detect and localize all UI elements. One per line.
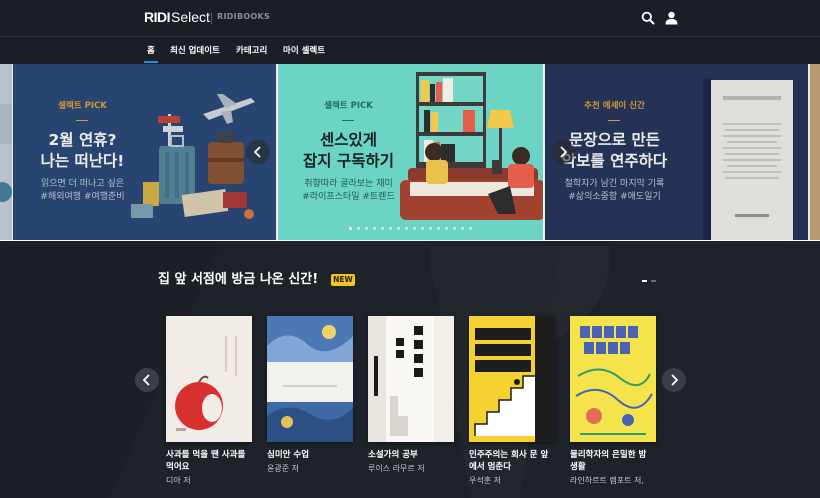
banner-prev-button[interactable] — [246, 140, 270, 164]
book-title-line1[interactable]: 심미안 수업 — [267, 449, 359, 461]
slide-title-line2: 잡지 구독하기 — [303, 152, 394, 170]
pagination-dot[interactable] — [453, 227, 456, 230]
logo-sub: Select — [171, 9, 210, 25]
pagination-dot[interactable] — [389, 227, 392, 230]
new-badge: NEW — [331, 274, 355, 286]
book-cover[interactable] — [166, 316, 252, 442]
section-title: 집 앞 서점에 방금 나온 신간! — [158, 272, 319, 287]
book-title-line1[interactable]: 민주주의는 회사 문 앞 — [469, 449, 561, 461]
search-icon[interactable] — [641, 11, 655, 25]
book-cover-art — [166, 316, 252, 442]
book-title-line2[interactable]: 생활 — [570, 461, 662, 473]
logo-main: RIDI — [144, 9, 171, 25]
chevron-left-icon — [142, 374, 150, 386]
slide-desc-line2: #라이프스타일 #트렌드 — [302, 192, 395, 202]
pagination-dot[interactable] — [381, 227, 384, 230]
pagination-dot[interactable] — [469, 227, 472, 230]
main-nav: 홈 최신 업데이트 카테고리 마이 셀렉트 — [0, 37, 820, 64]
more-dots-icon[interactable] — [642, 280, 656, 282]
tab-latest-updates[interactable]: 최신 업데이트 — [170, 44, 220, 56]
pagination-dot[interactable] — [357, 227, 360, 230]
pagination-dot[interactable] — [437, 227, 440, 230]
book-cover-art — [267, 316, 353, 442]
book-cover[interactable] — [469, 316, 555, 442]
banner-slide-magazine[interactable]: 셀렉트 PICK 센스있게 잡지 구독하기 취향따라 골라보는 재미 #라이프스… — [278, 64, 543, 240]
book-cover[interactable] — [267, 316, 353, 442]
tab-categories[interactable]: 카테고리 — [236, 44, 267, 56]
pagination-dot[interactable] — [349, 227, 352, 230]
chevron-left-icon — [253, 146, 261, 158]
banner-next-button[interactable] — [551, 140, 575, 164]
logo-divider — [211, 12, 212, 24]
book-author[interactable]: 라인하르트 렘포트 저, — [570, 475, 662, 486]
new-books-section: 집 앞 서점에 방금 나온 신간! NEW 사과를 먹을 땐 사과를 먹어요 디… — [0, 246, 820, 498]
book-cover[interactable] — [368, 316, 454, 442]
tab-home[interactable]: 홈 — [147, 44, 155, 56]
books-next-button[interactable] — [662, 368, 686, 392]
slide-desc-line1: 취향따라 골라보는 재미 — [304, 179, 393, 189]
book-cover[interactable] — [570, 316, 656, 442]
side-slide-dim-left — [0, 64, 277, 240]
book-author[interactable]: 루이스 라무르 저 — [368, 463, 460, 474]
side-slide-dim-right — [544, 64, 820, 240]
banner-carousel: 셀렉트 PICK 2월 연휴? 나는 떠난다! 읽으면 더 떠나고 싶은 #해외… — [0, 64, 820, 241]
pagination-dot[interactable] — [461, 227, 464, 230]
slide-tag: 셀렉트 PICK — [324, 101, 373, 111]
banner-pagination — [349, 227, 479, 231]
pagination-dot[interactable] — [413, 227, 416, 230]
book-title-line1[interactable]: 소설가의 공부 — [368, 449, 460, 461]
pagination-dot[interactable] — [397, 227, 400, 230]
book-title-line2[interactable]: 먹어요 — [166, 461, 258, 473]
slide-title-line1: 센스있게 — [319, 131, 378, 149]
book-title-line1[interactable]: 사과를 먹을 땐 사과를 — [166, 449, 258, 461]
tag-dash — [342, 120, 354, 121]
books-prev-button[interactable] — [135, 368, 159, 392]
tab-my-select[interactable]: 마이 셀렉트 — [283, 44, 325, 56]
book-cover-art — [570, 316, 656, 442]
book-title-line2[interactable]: 에서 멈춘다 — [469, 461, 561, 473]
pagination-dot[interactable] — [405, 227, 408, 230]
chevron-right-icon — [560, 146, 568, 158]
pagination-dot[interactable] — [373, 227, 376, 230]
book-author[interactable]: 우석훈 저 — [469, 475, 561, 486]
book-title-line1[interactable]: 물리학자의 은밀한 밤 — [570, 449, 662, 461]
pagination-dot[interactable] — [445, 227, 448, 230]
pagination-dot[interactable] — [429, 227, 432, 230]
pagination-dot[interactable] — [421, 227, 424, 230]
book-cover-art — [368, 316, 454, 442]
chevron-right-icon — [671, 374, 679, 386]
book-author[interactable]: 윤광준 저 — [267, 463, 359, 474]
active-tab-indicator — [144, 61, 158, 63]
book-cover-art — [469, 316, 555, 442]
ridibooks-link[interactable]: RIDIBOOKS — [217, 12, 270, 21]
pagination-dot[interactable] — [365, 227, 368, 230]
ridi-select-logo[interactable]: RIDISelect — [144, 9, 210, 25]
top-header: RIDISelect RIDIBOOKS — [0, 0, 820, 37]
book-author[interactable]: 디아 저 — [166, 475, 258, 486]
user-icon[interactable] — [665, 11, 678, 25]
